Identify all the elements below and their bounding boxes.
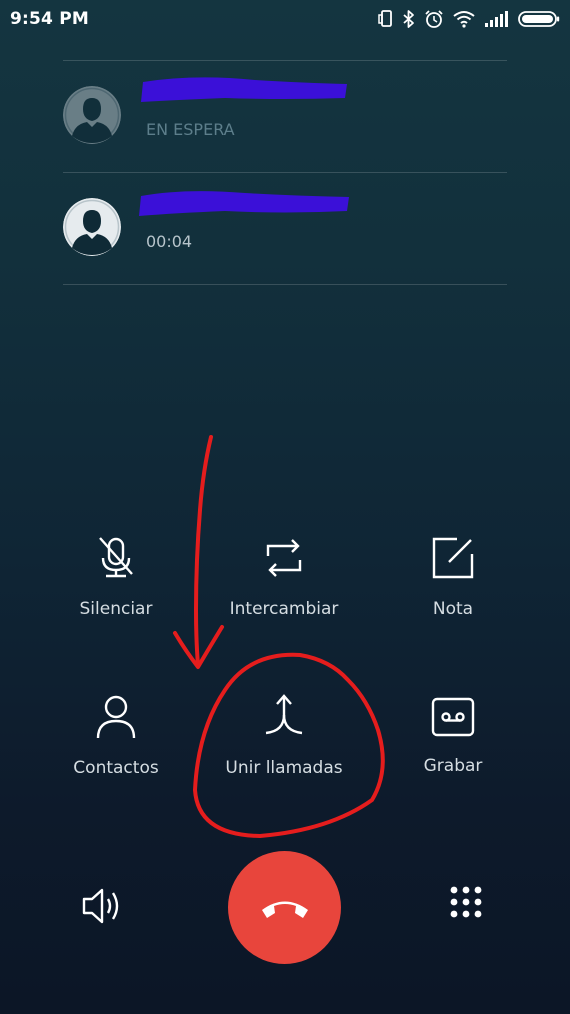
mute-button[interactable]: Silenciar <box>31 534 201 644</box>
swap-icon <box>260 534 308 582</box>
end-call-button[interactable] <box>228 851 341 964</box>
call-row-held[interactable]: EN ESPERA <box>63 60 507 172</box>
speaker-icon <box>82 888 119 924</box>
call-status-held: EN ESPERA <box>146 120 235 139</box>
avatar <box>63 86 121 144</box>
call-row-active[interactable]: 00:04 <box>63 172 507 284</box>
vibrate-icon <box>378 9 394 29</box>
swap-button[interactable]: Intercambiar <box>199 534 369 644</box>
record-label: Grabar <box>423 756 483 776</box>
status-icons <box>378 7 560 31</box>
call-timer: 00:04 <box>146 232 193 251</box>
note-icon <box>429 534 477 582</box>
mute-label: Silenciar <box>79 599 153 619</box>
person-icon <box>92 693 140 741</box>
signal-icon <box>484 10 510 28</box>
phone-hangup-icon <box>262 901 308 918</box>
redacted-name <box>141 77 347 102</box>
merge-calls-label: Unir llamadas <box>225 758 343 778</box>
swap-label: Intercambiar <box>229 599 339 619</box>
contacts-button[interactable]: Contactos <box>31 693 201 803</box>
person-avatar-icon <box>63 86 121 144</box>
note-button[interactable]: Nota <box>368 534 538 644</box>
redacted-name <box>139 191 349 216</box>
speaker-button[interactable] <box>76 880 128 932</box>
person-avatar-icon <box>63 198 121 256</box>
merge-icon <box>260 693 308 741</box>
merge-calls-button[interactable]: Unir llamadas <box>199 693 369 803</box>
mic-off-icon <box>92 534 140 582</box>
status-bar: 9:54 PM <box>0 0 570 38</box>
divider <box>63 284 507 285</box>
alarm-icon <box>424 9 444 29</box>
battery-icon <box>518 10 560 28</box>
record-button[interactable]: Grabar <box>368 693 538 803</box>
dialpad-icon <box>450 886 482 918</box>
status-time: 9:54 PM <box>10 9 89 29</box>
contacts-label: Contactos <box>73 758 159 778</box>
bluetooth-icon <box>402 9 416 29</box>
note-label: Nota <box>432 599 474 619</box>
tape-icon <box>429 693 477 741</box>
dialpad-button[interactable] <box>440 880 492 932</box>
wifi-icon <box>452 10 476 28</box>
avatar <box>63 198 121 256</box>
